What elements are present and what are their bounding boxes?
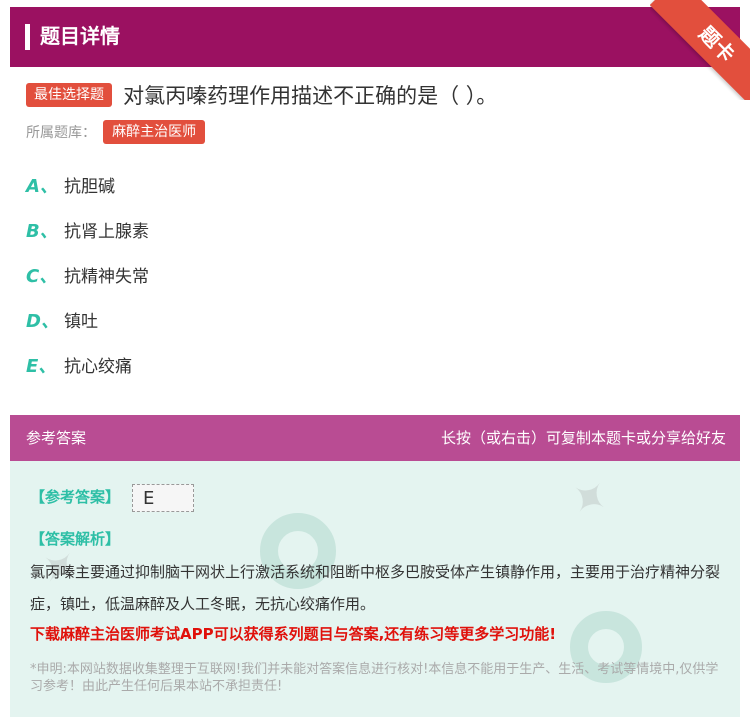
option-text: 镇吐 [64,312,98,332]
option-letter: A、 [26,176,58,197]
option-c[interactable]: C、 抗精神失常 [26,263,149,291]
source-tag[interactable]: 麻醉主治医师 [103,120,206,144]
option-b[interactable]: B、 抗肾上腺素 [26,218,149,246]
option-e[interactable]: E、 抗心绞痛 [26,353,132,381]
analysis-text: 氯丙嗪主要通过抑制脑干网状上行激活系统和阻断中枢多巴胺受体产生镇静作用，主要用于… [30,563,721,613]
answer-label: 【参考答案】 [30,488,121,506]
question: 最佳选择题 对氯丙嗪药理作用描述不正确的是（ ）。 [26,80,740,112]
disclaimer: *申明:本网站数据收集整理于互联网!我们并未能对答案信息进行核对!本信息不能用于… [30,662,719,694]
source-label: 所属题库： [26,125,96,141]
copy-share-hint: 长按（或右击）可复制本题卡或分享给好友 [440,429,726,447]
option-a[interactable]: A、 抗胆碱 [26,173,115,201]
analysis-label: 【答案解析】 [30,530,121,548]
option-text: 抗胆碱 [64,177,115,197]
option-text: 抗精神失常 [64,267,149,287]
title-bar: 题目详情 [10,7,740,67]
watermark: ✦ [557,464,621,532]
page-title: 题目详情 [40,24,120,48]
option-letter: C、 [26,266,58,287]
option-text: 抗肾上腺素 [64,222,149,242]
option-letter: D、 [26,311,59,332]
option-text: 抗心绞痛 [64,357,132,377]
option-letter: E、 [26,356,57,377]
option-d[interactable]: D、 镇吐 [26,308,98,336]
answer-panel: ✦ ✦ 【参考答案】 E 【答案解析】 氯丙嗪主要通过抑制脑干网状上行激活系统和… [10,461,740,717]
question-text: 对氯丙嗪药理作用描述不正确的是（ ）。 [123,84,498,108]
title-accent-bar [25,24,30,50]
app-promo-link[interactable]: 下载麻醉主治医师考试APP可以获得系列题目与答案,还有练习等更多学习功能! [30,623,556,644]
answer-header: 参考答案 长按（或右击）可复制本题卡或分享给好友 [10,415,740,461]
question-source: 所属题库： 麻醉主治医师 [26,120,206,146]
question-type-badge: 最佳选择题 [26,83,112,107]
option-letter: B、 [26,221,58,242]
answer-header-title: 参考答案 [26,429,87,447]
answer-value: E [132,484,194,512]
